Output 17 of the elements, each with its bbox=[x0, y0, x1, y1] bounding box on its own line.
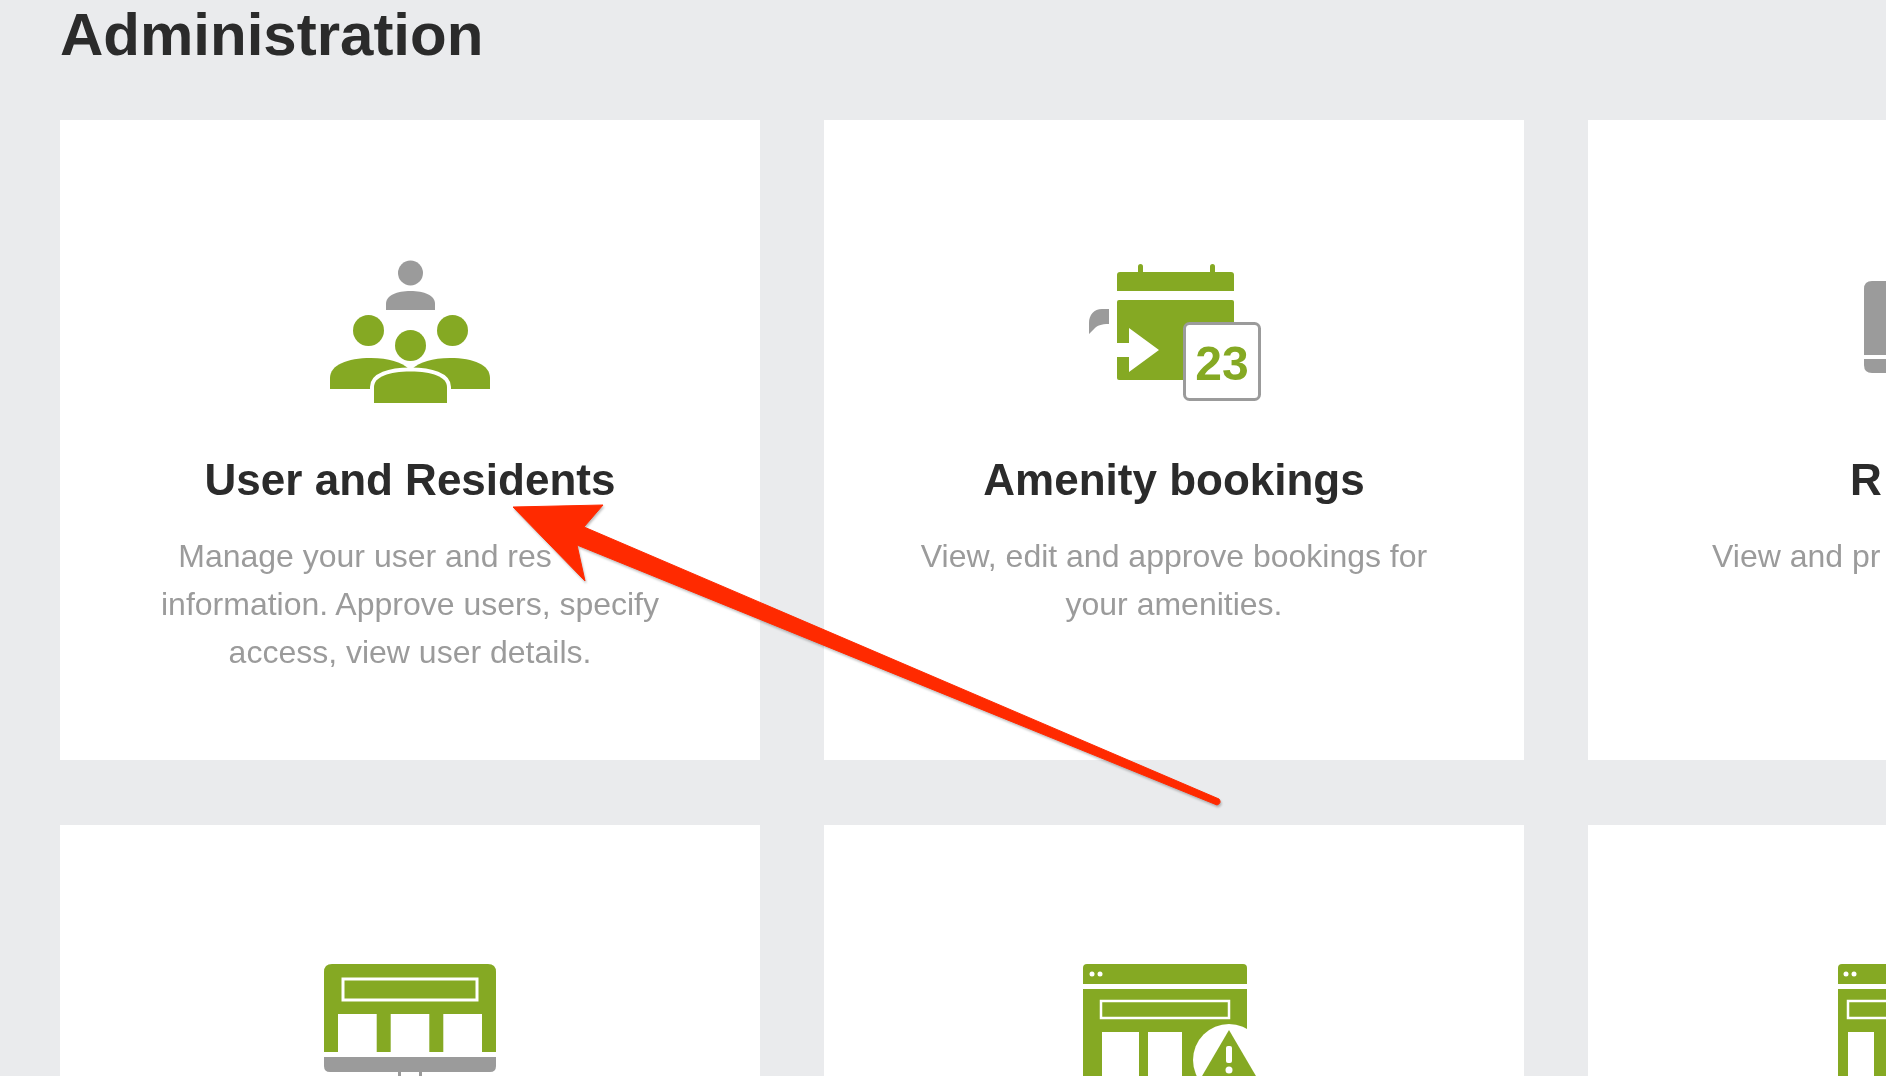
card-description: Manage your user and res information. Approve users, specify access, view user details. bbox=[161, 537, 659, 672]
admin-card[interactable]: 23 Amenity bookings View, edit and approve bookings for your amenities. bbox=[824, 120, 1524, 760]
card-description: View and pr bbox=[1712, 537, 1881, 576]
admin-card[interactable] bbox=[60, 825, 760, 1076]
admin-card[interactable] bbox=[824, 825, 1524, 1076]
admin-card[interactable] bbox=[1588, 825, 1886, 1076]
card-title: User and Residents bbox=[204, 457, 616, 503]
users-group-icon bbox=[329, 259, 491, 403]
browser-window-icon bbox=[1838, 964, 1886, 1076]
storefront-icon bbox=[324, 964, 496, 1076]
device-icon bbox=[1864, 281, 1886, 373]
card-description: View, edit and approve bookings for your amenities. bbox=[920, 537, 1428, 624]
admin-card[interactable]: R View and pr bbox=[1588, 120, 1886, 760]
page-title: Administration bbox=[60, 0, 484, 70]
card-title: R bbox=[1850, 457, 1882, 503]
admin-card[interactable]: User and Residents Manage your user and res information. Approve users, specify access, view user details. bbox=[60, 120, 760, 760]
card-title: Amenity bookings bbox=[983, 457, 1365, 503]
